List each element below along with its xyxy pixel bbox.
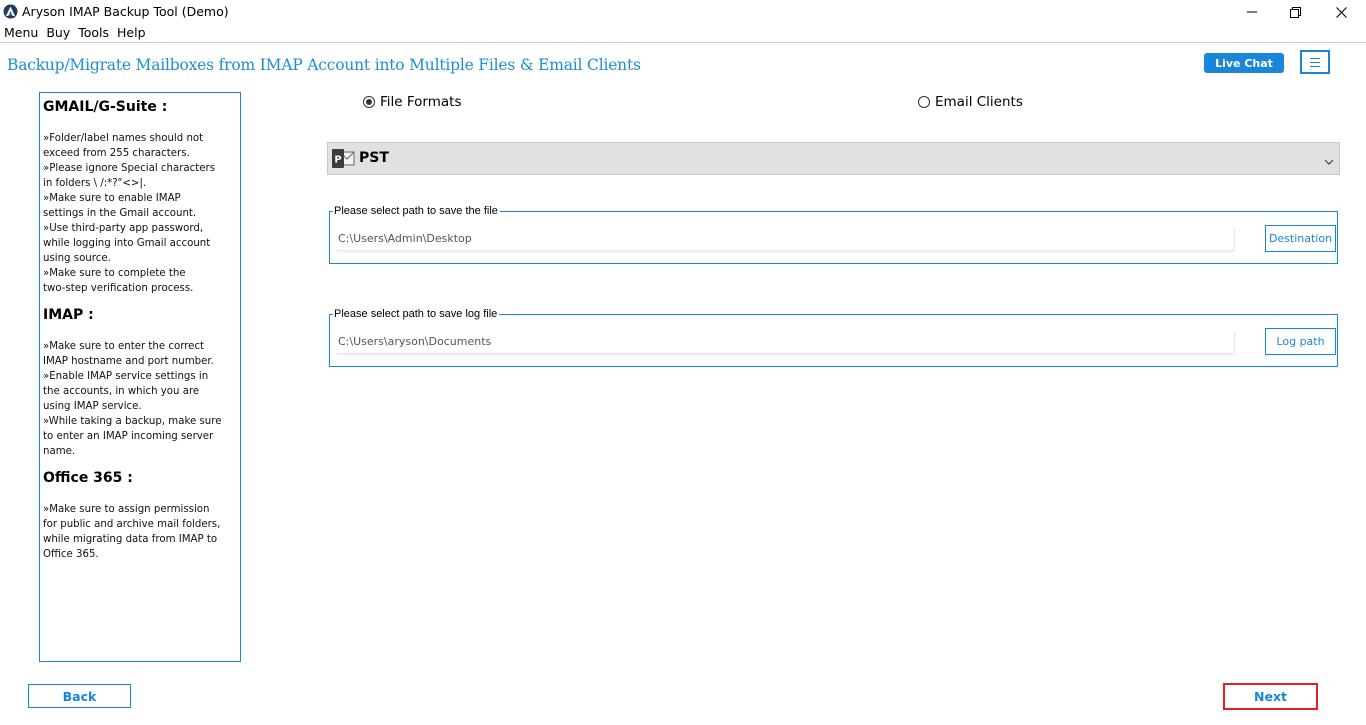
radio-label: File Formats xyxy=(380,94,462,110)
chevron-down-icon xyxy=(1323,153,1335,165)
info-panel: GMAIL/G-Suite : »Folder/label names shou… xyxy=(39,92,241,662)
save-path-legend: Please select path to save the file xyxy=(333,205,500,217)
close-icon xyxy=(1335,6,1347,18)
info-line: »Make sure to enable IMAP xyxy=(43,193,181,204)
menu-bar: Menu Buy Tools Help xyxy=(0,24,150,42)
info-line: exceed from 255 characters. xyxy=(43,148,190,159)
back-button[interactable]: Back xyxy=(28,684,131,708)
info-line: for public and archive mail folders, xyxy=(43,519,221,530)
aryson-logo-icon xyxy=(3,4,18,19)
menu-item-menu[interactable]: Menu xyxy=(0,24,42,42)
menu-item-help[interactable]: Help xyxy=(113,24,150,42)
info-line: settings in the Gmail account. xyxy=(43,208,197,219)
info-line: »Folder/label names should not xyxy=(43,133,204,144)
live-chat-button[interactable]: Live Chat xyxy=(1204,53,1284,73)
format-selected-value: PST xyxy=(359,150,389,166)
info-heading-gmail: GMAIL/G-Suite : xyxy=(43,99,168,115)
info-line: Office 365. xyxy=(43,549,99,560)
log-path-input[interactable]: C:\Users\aryson\Documents xyxy=(336,332,1235,354)
info-heading-imap: IMAP : xyxy=(43,307,94,323)
info-line: while logging into Gmail account xyxy=(43,238,211,249)
info-line: »Make sure to enter the correct xyxy=(43,341,205,352)
info-line: name. xyxy=(43,446,76,457)
info-text-gmail: »Folder/label names should not exceed fr… xyxy=(43,131,237,296)
log-path-button[interactable]: Log path xyxy=(1265,328,1336,355)
radio-file-formats[interactable]: File Formats xyxy=(363,94,462,110)
radio-label: Email Clients xyxy=(935,94,1023,110)
menu-divider xyxy=(0,42,1366,43)
close-window-button[interactable] xyxy=(1318,0,1364,24)
info-line: to enter an IMAP incoming server xyxy=(43,431,214,442)
info-line: while migrating data from IMAP to xyxy=(43,534,218,545)
hamburger-menu-button[interactable] xyxy=(1300,50,1330,74)
minimize-icon xyxy=(1247,7,1257,17)
menu-item-tools[interactable]: Tools xyxy=(74,24,113,42)
info-line: »Use third-party app password, xyxy=(43,223,204,234)
info-line: using source. xyxy=(43,253,111,264)
radio-checked-icon xyxy=(363,96,375,108)
info-line: »Enable IMAP service settings in xyxy=(43,371,209,382)
info-line: using IMAP service. xyxy=(43,401,142,412)
destination-button[interactable]: Destination xyxy=(1265,225,1336,252)
save-path-input[interactable]: C:\Users\Admin\Desktop xyxy=(336,229,1235,251)
format-select[interactable]: P PST xyxy=(327,142,1340,175)
restore-button[interactable] xyxy=(1272,0,1318,24)
info-line: »While taking a backup, make sure xyxy=(43,416,222,427)
save-path-group: Please select path to save the file C:\U… xyxy=(329,205,1338,264)
radio-unchecked-icon xyxy=(918,96,930,108)
hamburger-menu-icon xyxy=(1310,57,1320,59)
info-heading-office365: Office 365 : xyxy=(43,470,133,486)
restore-icon xyxy=(1289,6,1301,18)
info-line: »Please ignore Special characters xyxy=(43,163,216,174)
minimize-button[interactable] xyxy=(1229,0,1275,24)
menu-item-buy[interactable]: Buy xyxy=(42,24,74,42)
radio-email-clients[interactable]: Email Clients xyxy=(918,94,1023,110)
info-line: the accounts, in which you are xyxy=(43,386,200,397)
title-bar: Aryson IMAP Backup Tool (Demo) xyxy=(0,0,1366,24)
info-line: »Make sure to assign permission xyxy=(43,504,210,515)
next-button[interactable]: Next xyxy=(1223,683,1318,710)
info-line: two-step verification process. xyxy=(43,283,194,294)
info-line: IMAP hostname and port number. xyxy=(43,356,214,367)
svg-text:P: P xyxy=(334,155,341,166)
info-text-imap: »Make sure to enter the correct IMAP hos… xyxy=(43,339,237,459)
info-text-office365: »Make sure to assign permission for publ… xyxy=(43,502,237,562)
window-title: Aryson IMAP Backup Tool (Demo) xyxy=(22,4,229,19)
outlook-pst-icon: P xyxy=(331,148,355,170)
info-line: in folders \ /:*?"<>|. xyxy=(43,178,147,189)
page-title: Backup/Migrate Mailboxes from IMAP Accou… xyxy=(7,56,641,74)
log-path-legend: Please select path to save log file xyxy=(333,308,500,320)
log-path-group: Please select path to save log file C:\U… xyxy=(329,308,1338,367)
info-line: »Make sure to complete the xyxy=(43,268,186,279)
